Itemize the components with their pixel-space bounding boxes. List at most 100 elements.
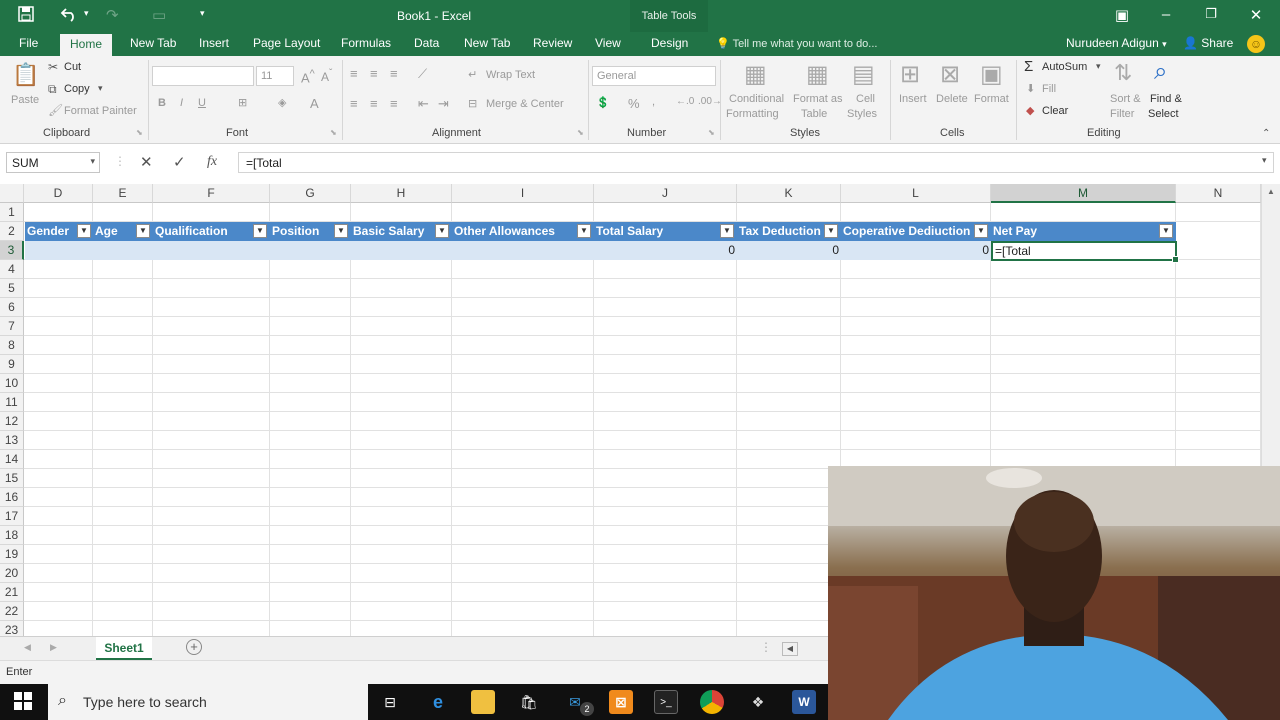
tab-insert[interactable]: Insert <box>199 36 229 50</box>
format-as-table-label-1[interactable]: Format as <box>793 93 843 105</box>
column-header-k[interactable]: K <box>737 184 841 203</box>
windows-start-icon[interactable] <box>14 692 32 713</box>
conditional-formatting-label-1[interactable]: Conditional <box>729 93 784 105</box>
row-header-22[interactable]: 22 <box>0 602 24 621</box>
filter-dropdown-icon[interactable]: ▼ <box>577 224 591 238</box>
header-total-salary[interactable]: Total Salary <box>594 222 663 241</box>
cancel-entry-icon[interactable]: ✕ <box>140 153 153 171</box>
sort-filter-label-1[interactable]: Sort & <box>1110 93 1141 105</box>
tab-new-tab-2[interactable]: New Tab <box>464 36 510 50</box>
tab-page-layout[interactable]: Page Layout <box>253 36 320 50</box>
delete-cells-button[interactable]: Delete <box>936 93 968 105</box>
header-gender[interactable]: Gender <box>25 222 69 241</box>
edge-browser-icon[interactable]: e <box>426 690 450 714</box>
xampp-icon[interactable]: ⊠ <box>609 690 633 714</box>
filter-dropdown-icon[interactable]: ▼ <box>136 224 150 238</box>
column-header-f[interactable]: F <box>153 184 270 203</box>
undo-dropdown-icon[interactable]: ▾ <box>84 8 89 19</box>
row-header-11[interactable]: 11 <box>0 393 24 412</box>
copy-dropdown-icon[interactable]: ▾ <box>98 83 103 94</box>
word-icon[interactable]: W <box>792 690 816 714</box>
ribbon-display-options-icon[interactable]: ▣ <box>1110 6 1134 24</box>
row-header-17[interactable]: 17 <box>0 507 24 526</box>
minimize-icon[interactable]: – <box>1154 6 1178 23</box>
wrap-text-button[interactable]: Wrap Text <box>486 69 535 81</box>
filter-dropdown-icon[interactable]: ▼ <box>435 224 449 238</box>
format-painter-button[interactable]: Format Painter <box>64 105 137 117</box>
row-header-2[interactable]: 2 <box>0 222 24 241</box>
column-header-i[interactable]: I <box>452 184 594 203</box>
column-header-g[interactable]: G <box>270 184 351 203</box>
row-header-8[interactable]: 8 <box>0 336 24 355</box>
copy-button[interactable]: Copy <box>64 83 90 95</box>
row-header-21[interactable]: 21 <box>0 583 24 602</box>
header-other-allowances[interactable]: Other Allowances <box>452 222 555 241</box>
cell-coperative-deduction[interactable]: 0 <box>841 241 989 260</box>
chrome-icon[interactable] <box>700 690 724 714</box>
insert-function-icon[interactable]: fx <box>207 154 217 170</box>
row-header-14[interactable]: 14 <box>0 450 24 469</box>
header-qualification[interactable]: Qualification <box>153 222 228 241</box>
terminal-icon[interactable]: >_ <box>654 690 678 714</box>
app-icon[interactable]: ❖ <box>746 690 770 714</box>
row-header-6[interactable]: 6 <box>0 298 24 317</box>
cell-tax-deduction[interactable]: 0 <box>737 241 839 260</box>
save-icon[interactable] <box>18 6 34 26</box>
name-box-dropdown-icon[interactable]: ▾ <box>90 156 95 167</box>
filter-dropdown-icon[interactable]: ▼ <box>1159 224 1173 238</box>
row-header-10[interactable]: 10 <box>0 374 24 393</box>
sort-filter-label-2[interactable]: Filter <box>1110 108 1134 120</box>
tab-home[interactable]: Home <box>60 34 113 56</box>
header-net-pay[interactable]: Net Pay <box>991 222 1037 241</box>
column-header-e[interactable]: E <box>93 184 153 203</box>
row-header-15[interactable]: 15 <box>0 469 24 488</box>
clear-button[interactable]: Clear <box>1042 105 1068 117</box>
task-view-icon[interactable]: ⊟ <box>378 690 402 714</box>
cell-total-salary[interactable]: 0 <box>594 241 735 260</box>
format-cells-button[interactable]: Format <box>974 93 1009 105</box>
header-tax-deduction[interactable]: Tax Deduction <box>737 222 821 241</box>
format-as-table-label-2[interactable]: Table <box>801 108 827 120</box>
conditional-formatting-label-2[interactable]: Formatting <box>726 108 779 120</box>
row-header-7[interactable]: 7 <box>0 317 24 336</box>
tab-file[interactable]: File <box>19 36 38 50</box>
filter-dropdown-icon[interactable]: ▼ <box>334 224 348 238</box>
feedback-smile-icon[interactable]: ☺ <box>1247 35 1265 53</box>
expand-formula-bar-icon[interactable]: ▾ <box>1262 155 1267 166</box>
row-header-1[interactable]: 1 <box>0 203 24 222</box>
paste-button[interactable]: Paste <box>11 94 39 106</box>
row-header-16[interactable]: 16 <box>0 488 24 507</box>
file-explorer-icon[interactable] <box>471 690 495 714</box>
cell-styles-label-1[interactable]: Cell <box>856 93 875 105</box>
tell-me-search[interactable]: 💡 Tell me what you want to do... <box>716 37 877 50</box>
collapse-ribbon-icon[interactable]: ⌃ <box>1262 128 1270 139</box>
header-position[interactable]: Position <box>270 222 319 241</box>
autosum-dropdown-icon[interactable]: ▾ <box>1096 61 1101 72</box>
row-header-19[interactable]: 19 <box>0 545 24 564</box>
next-sheet-icon[interactable]: ▶ <box>50 642 57 653</box>
column-header-d[interactable]: D <box>24 184 93 203</box>
name-box[interactable]: SUM ▾ <box>6 152 100 173</box>
active-cell-net-pay[interactable]: =[Total <box>991 241 1179 263</box>
tab-view[interactable]: View <box>595 36 621 50</box>
font-size-combo[interactable]: 11 <box>256 66 294 86</box>
tab-data[interactable]: Data <box>414 36 439 50</box>
scroll-left-icon[interactable]: ◀ <box>782 642 798 656</box>
row-header-9[interactable]: 9 <box>0 355 24 374</box>
number-format-combo[interactable]: General <box>592 66 716 86</box>
row-header-12[interactable]: 12 <box>0 412 24 431</box>
cut-button[interactable]: Cut <box>64 61 81 73</box>
insert-cells-button[interactable]: Insert <box>899 93 927 105</box>
row-header-4[interactable]: 4 <box>0 260 24 279</box>
new-sheet-icon[interactable]: + <box>186 639 202 655</box>
undo-icon[interactable] <box>60 6 78 26</box>
filter-dropdown-icon[interactable]: ▼ <box>974 224 988 238</box>
close-icon[interactable]: ✕ <box>1244 6 1268 24</box>
filter-dropdown-icon[interactable]: ▼ <box>720 224 734 238</box>
find-select-label-2[interactable]: Select <box>1148 108 1179 120</box>
prev-sheet-icon[interactable]: ◀ <box>24 642 31 653</box>
filter-dropdown-icon[interactable]: ▼ <box>824 224 838 238</box>
account-name[interactable]: Nurudeen Adigun ▾ <box>1066 36 1167 50</box>
restore-icon[interactable]: ❐ <box>1199 6 1223 22</box>
tab-split-icon[interactable]: ⋮ <box>760 640 772 654</box>
